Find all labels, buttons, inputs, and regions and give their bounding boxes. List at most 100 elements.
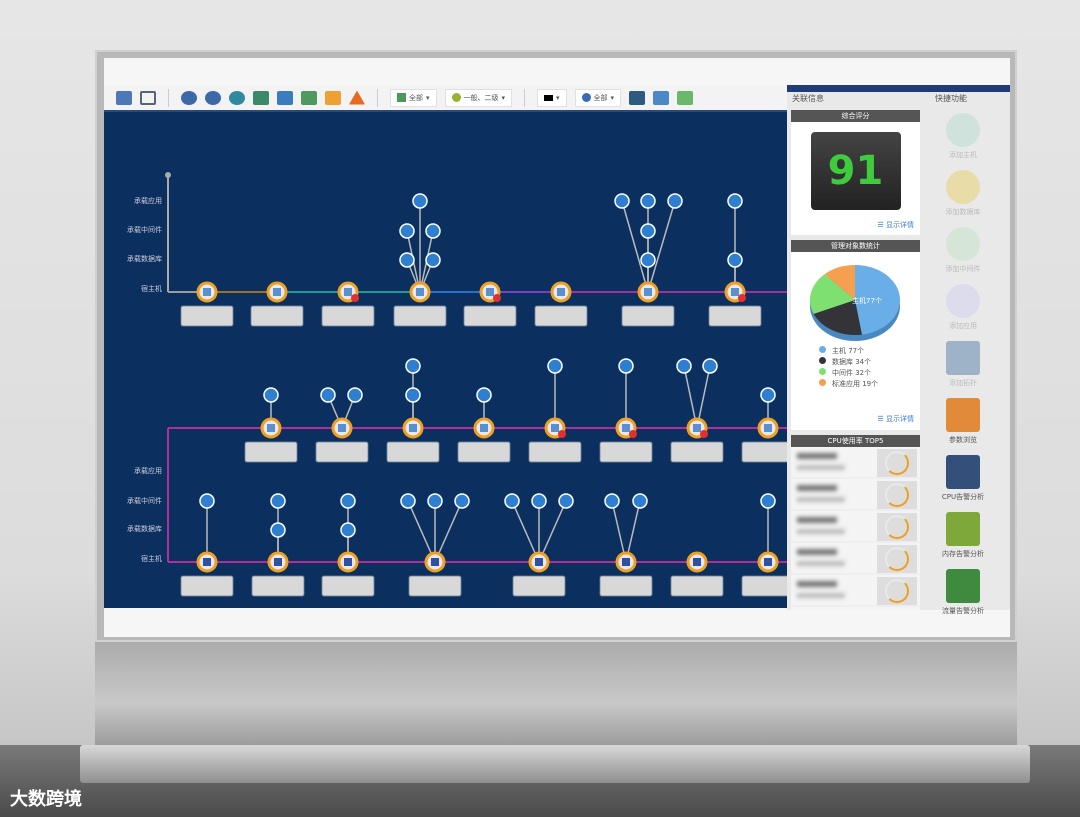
exit-icon[interactable] (677, 90, 694, 105)
host-icon (338, 424, 346, 432)
service-node[interactable] (399, 223, 415, 239)
screen: 全部 ▾ 一般、二级 ▾ ▾ 全部 ▾ 承载应用 承载中间件 承载数据库 宿主机 承载应用 承载… (104, 58, 1010, 637)
service-node[interactable] (199, 493, 215, 509)
quick-action-label: 内存告警分析 (942, 550, 984, 558)
host-icon (535, 558, 543, 566)
cpu-gauge (877, 449, 917, 477)
locate-icon[interactable] (229, 90, 245, 105)
quick-action[interactable]: 添加应用 (937, 284, 989, 331)
export-icon[interactable] (277, 90, 293, 105)
legend-item: 标准应用 19个 (819, 379, 920, 390)
host-label-box (409, 576, 461, 596)
cpu-row[interactable] (791, 511, 920, 543)
host-label-box (322, 306, 374, 326)
service-node[interactable] (727, 193, 743, 209)
edit-icon[interactable] (325, 90, 341, 105)
quick-action[interactable]: 内存告警分析 (937, 512, 989, 559)
service-node[interactable] (632, 493, 648, 509)
quick-action[interactable]: 添加主机 (937, 113, 989, 160)
service-node[interactable] (405, 387, 421, 403)
quick-action[interactable]: 添加中间件 (937, 227, 989, 274)
host-label-box (316, 442, 368, 462)
service-node[interactable] (640, 252, 656, 268)
legend-swatch (819, 357, 826, 364)
service-node[interactable] (263, 387, 279, 403)
service-node[interactable] (640, 223, 656, 239)
service-node[interactable] (618, 358, 634, 374)
cpu-row[interactable] (791, 575, 920, 607)
fit-icon[interactable] (253, 90, 269, 105)
service-node[interactable] (476, 387, 492, 403)
shield-icon[interactable] (653, 90, 670, 105)
cpu-row[interactable] (791, 543, 920, 575)
tier-label: 宿主机 (141, 284, 162, 293)
service-node[interactable] (676, 358, 692, 374)
magnet-icon[interactable] (140, 90, 156, 105)
service-node[interactable] (760, 493, 776, 509)
divider (524, 88, 526, 107)
host-icon (344, 288, 352, 296)
divider (377, 88, 378, 107)
service-node[interactable] (558, 493, 574, 509)
service-node[interactable] (454, 493, 470, 509)
host-icon (551, 424, 559, 432)
service-node[interactable] (702, 358, 718, 374)
layout-icon[interactable] (116, 90, 132, 105)
service-node[interactable] (425, 223, 441, 239)
alarm-icon[interactable] (349, 90, 365, 105)
service-node[interactable] (320, 387, 336, 403)
service-node[interactable] (604, 493, 620, 509)
axis-end (165, 172, 171, 178)
service-node[interactable] (727, 252, 743, 268)
refresh-icon[interactable] (301, 90, 317, 105)
service-node[interactable] (399, 252, 415, 268)
quick-action[interactable]: 添加拓扑 (937, 341, 989, 388)
panel-collapse-bar[interactable] (787, 85, 1010, 92)
monitor-stand (95, 637, 1017, 747)
service-node[interactable] (270, 522, 286, 538)
stats-details-link[interactable]: ☰ 显示详情 (877, 414, 914, 424)
host-label-box (742, 442, 794, 462)
cpu-row[interactable] (791, 479, 920, 511)
service-node[interactable] (270, 493, 286, 509)
host-icon (344, 558, 352, 566)
divider (168, 88, 169, 107)
zoom-out-icon[interactable] (205, 90, 221, 105)
image-icon[interactable] (629, 90, 646, 105)
cpu-host-name (797, 517, 837, 523)
quick-action[interactable]: CPU告警分析 (937, 455, 989, 502)
legend-swatch (819, 379, 826, 386)
quick-action[interactable]: 流量告警分析 (937, 569, 989, 616)
cpu-host-ip (797, 561, 845, 566)
filter-dropdown[interactable]: 全部 ▾ (390, 88, 437, 107)
quick-action-icon (946, 113, 980, 147)
service-node[interactable] (425, 252, 441, 268)
cpu-gauge (877, 577, 917, 605)
topology-diagram[interactable]: 承载应用 承载中间件 承载数据库 宿主机 承载应用 承载中间件 承载数据库 宿主机 (104, 112, 794, 608)
host-label-box (671, 442, 723, 462)
service-node[interactable] (760, 387, 776, 403)
service-node[interactable] (427, 493, 443, 509)
level-dropdown[interactable]: 一般、二级 ▾ (444, 88, 513, 107)
service-node[interactable] (405, 358, 421, 374)
quick-action[interactable]: 参数浏览 (937, 398, 989, 445)
service-node[interactable] (531, 493, 547, 509)
service-node[interactable] (347, 387, 363, 403)
service-node[interactable] (400, 493, 416, 509)
service-node[interactable] (547, 358, 563, 374)
service-node[interactable] (340, 493, 356, 509)
quick-action[interactable]: 添加数据库 (937, 170, 989, 217)
type-dropdown[interactable]: 全部 ▾ (574, 88, 622, 107)
topology-canvas[interactable]: 承载应用承载中间件承载数据库宿主机承载应用承载中间件承载数据库宿主机 (104, 112, 794, 608)
service-node[interactable] (667, 193, 683, 209)
service-node[interactable] (412, 193, 428, 209)
color-dropdown[interactable]: ▾ (537, 88, 567, 107)
service-node[interactable] (340, 522, 356, 538)
host-icon (274, 558, 282, 566)
score-details-link[interactable]: ☰ 显示详情 (877, 220, 914, 230)
cpu-row[interactable] (791, 447, 920, 479)
service-node[interactable] (640, 193, 656, 209)
service-node[interactable] (504, 493, 520, 509)
service-node[interactable] (614, 193, 630, 209)
zoom-in-icon[interactable] (181, 90, 197, 105)
